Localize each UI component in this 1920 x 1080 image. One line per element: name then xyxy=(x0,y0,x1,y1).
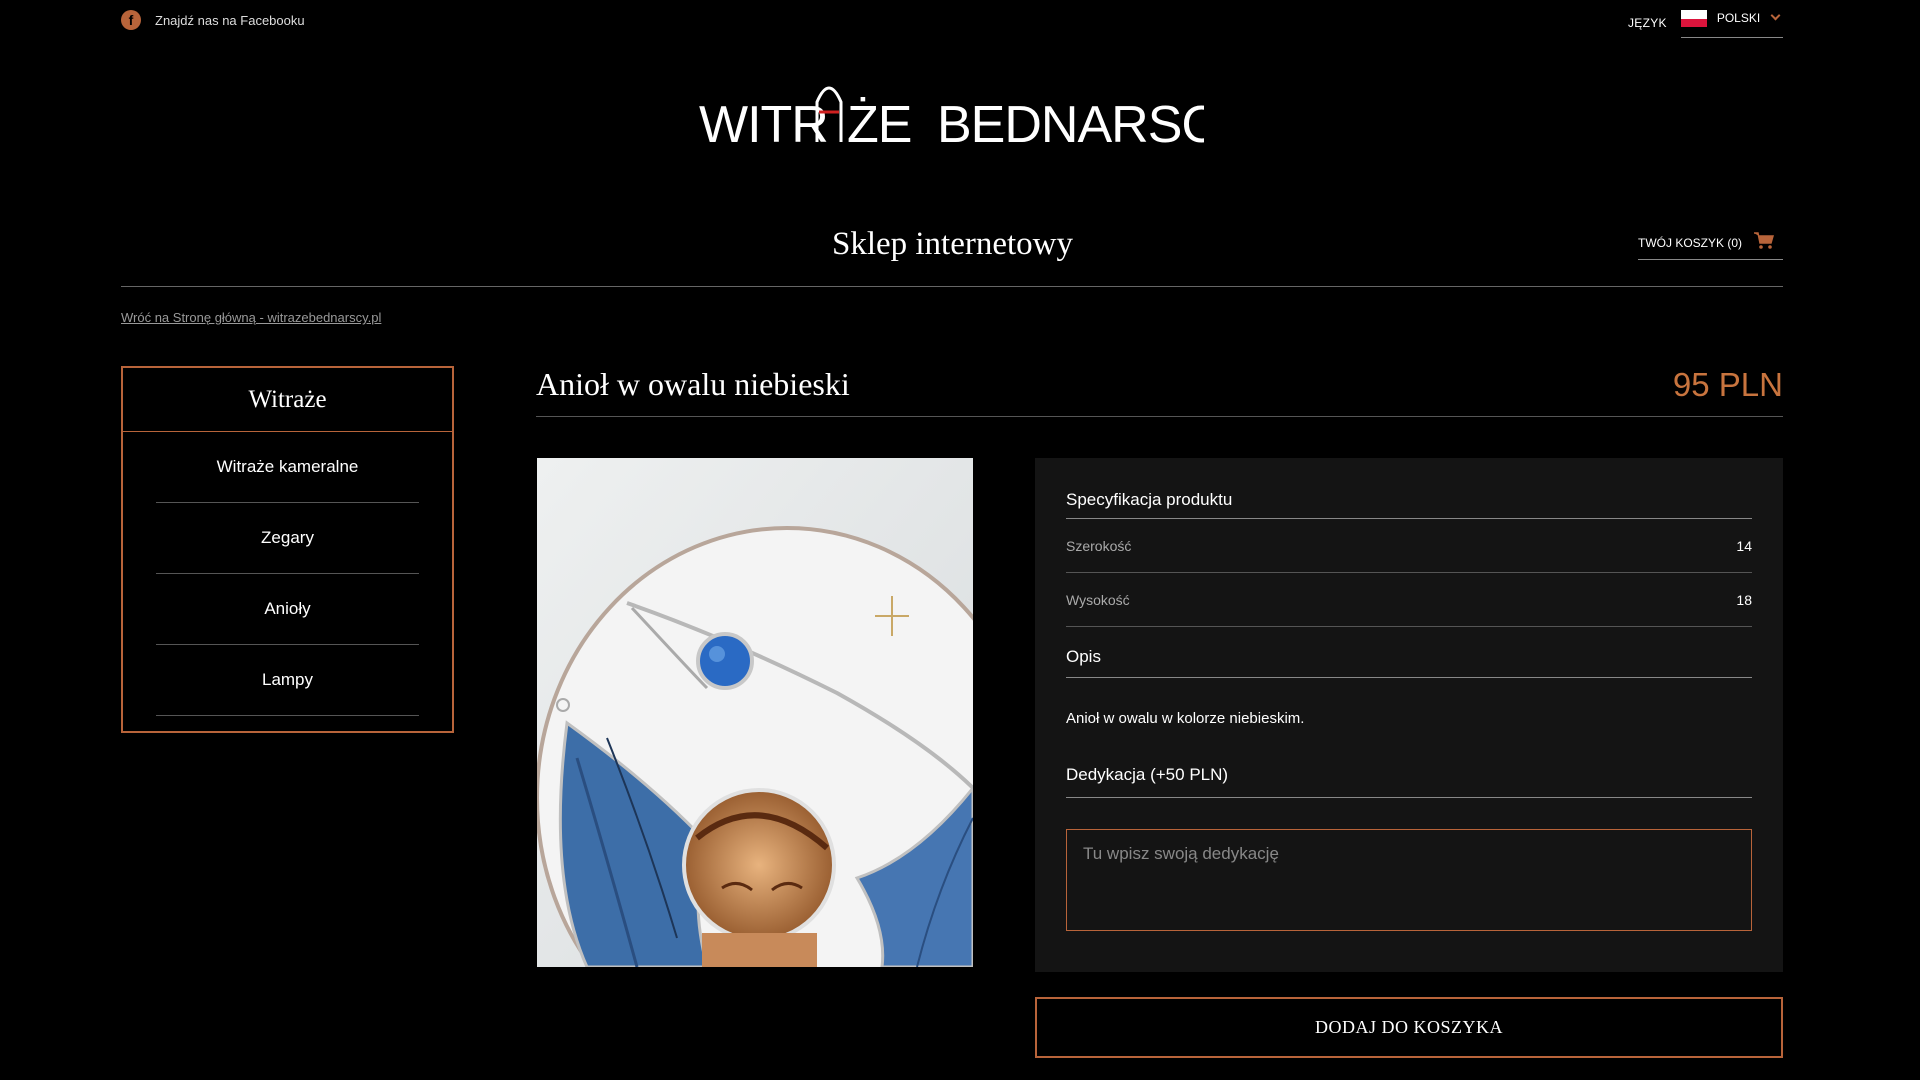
spec-row: Szerokość 14 xyxy=(1066,519,1752,573)
product-title: Anioł w owalu niebieski xyxy=(536,366,850,402)
spec-value: 14 xyxy=(1736,537,1752,554)
language-value: POLSKI xyxy=(1716,11,1761,25)
chevron-down-icon xyxy=(1770,10,1781,21)
svg-text:WITR: WITR xyxy=(699,96,828,150)
cart-label: TWÓJ KOSZYK (0) xyxy=(1638,236,1743,250)
cart-icon xyxy=(1754,232,1775,249)
back-to-home-link[interactable]: Wróć na Stronę główną - witrazebednarscy… xyxy=(121,310,381,325)
sidebar-item-zegary[interactable]: Zegary xyxy=(156,503,419,574)
product-price: 95 PLN xyxy=(1672,366,1783,403)
language-select[interactable]: POLSKI xyxy=(1680,10,1783,38)
header-divider xyxy=(121,286,1783,287)
sidebar-item-lampy[interactable]: Lampy xyxy=(156,645,419,716)
spec-row: Wysokość 18 xyxy=(1066,573,1752,627)
logo-graphic: WITR ŻE BEDNARSCY xyxy=(699,86,1253,154)
facebook-icon: f xyxy=(121,10,141,30)
cart-link[interactable]: TWÓJ KOSZYK (0) xyxy=(1638,230,1783,260)
product-divider xyxy=(536,416,1783,417)
shop-title: Sklep internetowy xyxy=(831,226,1074,262)
product-image[interactable] xyxy=(537,458,973,967)
sidebar-item-anioly[interactable]: Anioły xyxy=(156,574,419,645)
facebook-link[interactable]: f Znajdź nas na Facebooku xyxy=(121,10,305,30)
description-text: Anioł w owalu w kolorze niebieskim. xyxy=(1066,710,1305,727)
language-switcher: JĘZYK POLSKI xyxy=(1628,10,1783,38)
spec-value: 18 xyxy=(1736,591,1752,608)
dedication-heading: Dedykacja (+50 PLN) xyxy=(1066,765,1752,798)
svg-text:ŻE: ŻE xyxy=(847,96,911,150)
svg-text:BEDNARSCY: BEDNARSCY xyxy=(937,96,1204,150)
spec-heading: Specyfikacja produktu xyxy=(1066,458,1752,519)
product-spec-panel: Specyfikacja produktu Szerokość 14 Wysok… xyxy=(1035,458,1783,972)
add-to-cart-button[interactable]: DODAJ DO KOSZYKA xyxy=(1035,997,1783,1058)
poland-flag-icon xyxy=(1680,10,1707,27)
spec-key: Wysokość xyxy=(1066,591,1130,608)
sidebar-heading[interactable]: Witraże xyxy=(123,368,452,432)
dedication-input[interactable] xyxy=(1066,829,1752,931)
language-label: JĘZYK xyxy=(1628,16,1667,30)
sidebar-item-witraze-kameralne[interactable]: Witraże kameralne xyxy=(156,432,419,503)
facebook-label: Znajdź nas na Facebooku xyxy=(155,12,305,28)
site-logo[interactable]: WITR ŻE BEDNARSCY xyxy=(699,70,1253,154)
stained-glass-angel-image xyxy=(537,458,973,967)
category-sidebar: Witraże Witraże kameralne Zegary Anioły … xyxy=(121,366,454,733)
description-heading: Opis xyxy=(1066,627,1752,678)
spec-key: Szerokość xyxy=(1066,537,1132,554)
